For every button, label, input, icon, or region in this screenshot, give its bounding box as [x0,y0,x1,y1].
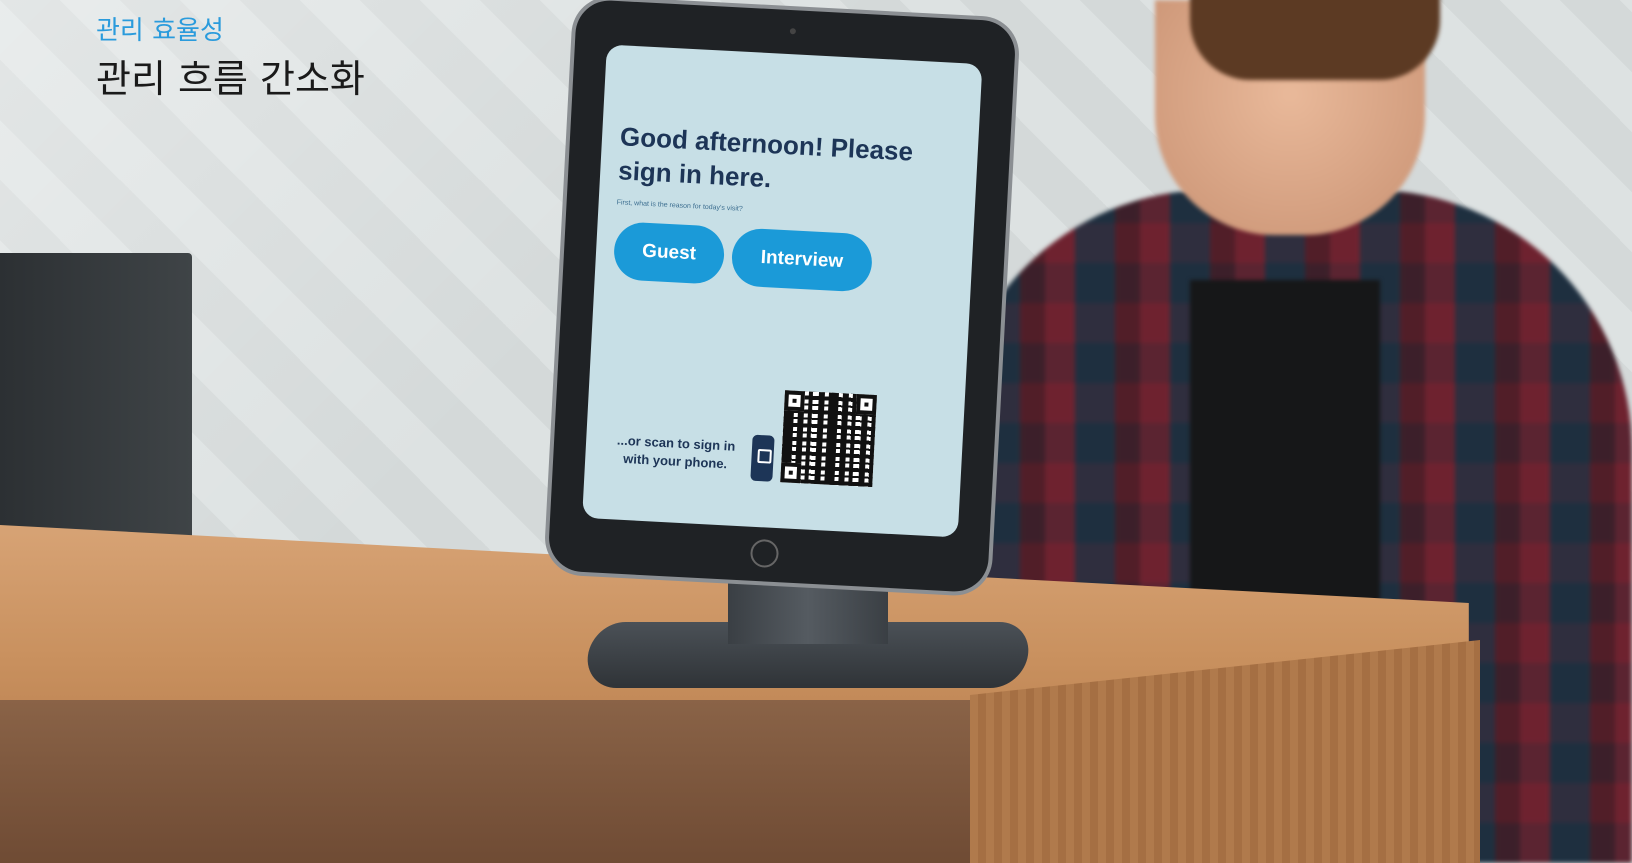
interview-button[interactable]: Interview [730,227,874,293]
page-headline: 관리 흐름 간소화 [96,57,365,101]
qr-finder-bottom-left [780,462,802,484]
tablet-stand-neck [728,582,888,644]
qr-code[interactable] [780,390,877,487]
background-monitor [0,253,192,545]
kiosk-screen: Good afternoon! Please sign in here. Fir… [582,44,983,538]
desk-front [0,700,970,863]
qr-finder-top-right [855,394,877,416]
person-hair [1190,0,1440,80]
scan-instruction: ...or scan to sign in with your phone. [616,432,736,472]
phone-icon [750,434,775,482]
home-button[interactable] [749,538,780,569]
lock-icon [757,448,772,464]
camera-icon [789,28,797,35]
caption-block: 관리 효율성 관리 흐름 간소화 [96,14,365,106]
qr-finder-top-left [784,390,806,412]
photo-scene: Good afternoon! Please sign in here. Fir… [0,0,1632,863]
visit-reason-prompt: First, what is the reason for today's vi… [616,199,743,213]
guest-button[interactable]: Guest [612,221,726,285]
greeting-text: Good afternoon! Please sign in here. [617,121,914,194]
tablet-kiosk: Good afternoon! Please sign in here. Fir… [547,0,1017,594]
eyebrow-label: 관리 효율성 [96,16,224,46]
